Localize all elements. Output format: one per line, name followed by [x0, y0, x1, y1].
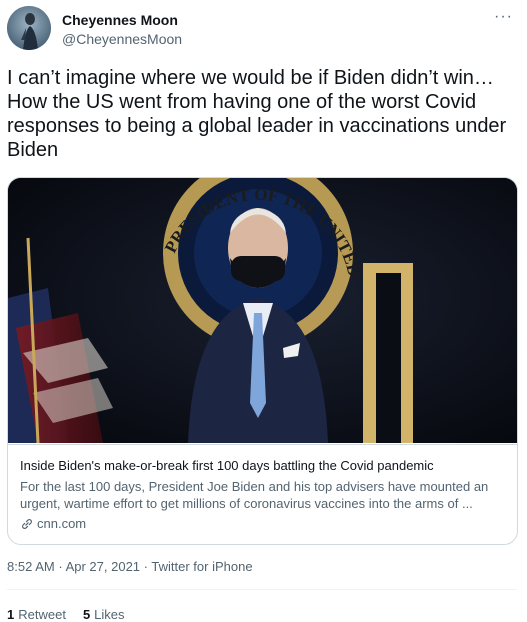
retweets-stat[interactable]: 1 Retweet	[7, 607, 66, 622]
card-image: PRESIDENT OF THE UNITED	[8, 178, 517, 444]
link-card[interactable]: PRESIDENT OF THE UNITED Inside Biden's m…	[7, 177, 518, 545]
divider	[7, 589, 517, 590]
tweet-time[interactable]: 8:52 AM	[7, 559, 55, 574]
card-photo: PRESIDENT OF THE UNITED	[8, 178, 517, 444]
tweet: Cheyennes Moon @CheyennesMoon ··· I can’…	[0, 0, 527, 622]
card-title[interactable]: Inside Biden's make-or-break first 100 d…	[20, 458, 505, 473]
likes-count: 5	[82, 607, 91, 622]
likes-stat[interactable]: 5 Likes	[83, 607, 125, 622]
tweet-meta: 8:52 AM · Apr 27, 2021 · Twitter for iPh…	[7, 559, 253, 574]
tweet-date[interactable]: Apr 27, 2021	[66, 559, 140, 574]
card-domain-label: cnn.com	[37, 516, 87, 531]
author-display-name[interactable]: Cheyennes Moon	[62, 12, 178, 28]
tweet-text: I can’t imagine where we would be if Bid…	[7, 67, 507, 161]
more-horizontal-icon[interactable]: ···	[494, 8, 513, 26]
card-description: For the last 100 days, President Joe Bid…	[20, 479, 489, 511]
meta-separator: ·	[143, 559, 148, 574]
card-domain[interactable]: cnn.com	[20, 516, 86, 531]
likes-label: Likes	[94, 607, 125, 622]
retweets-count: 1	[7, 607, 15, 622]
avatar[interactable]	[7, 6, 51, 50]
author-handle[interactable]: @CheyennesMoon	[62, 31, 182, 47]
meta-separator: ·	[58, 559, 63, 574]
link-icon	[22, 518, 32, 529]
retweets-label: Retweet	[18, 607, 66, 622]
avatar-image	[7, 6, 51, 50]
tweet-source[interactable]: Twitter for iPhone	[151, 559, 252, 574]
card-body: Inside Biden's make-or-break first 100 d…	[8, 444, 517, 544]
tweet-stats: 1 Retweet 5 Likes	[7, 607, 125, 622]
